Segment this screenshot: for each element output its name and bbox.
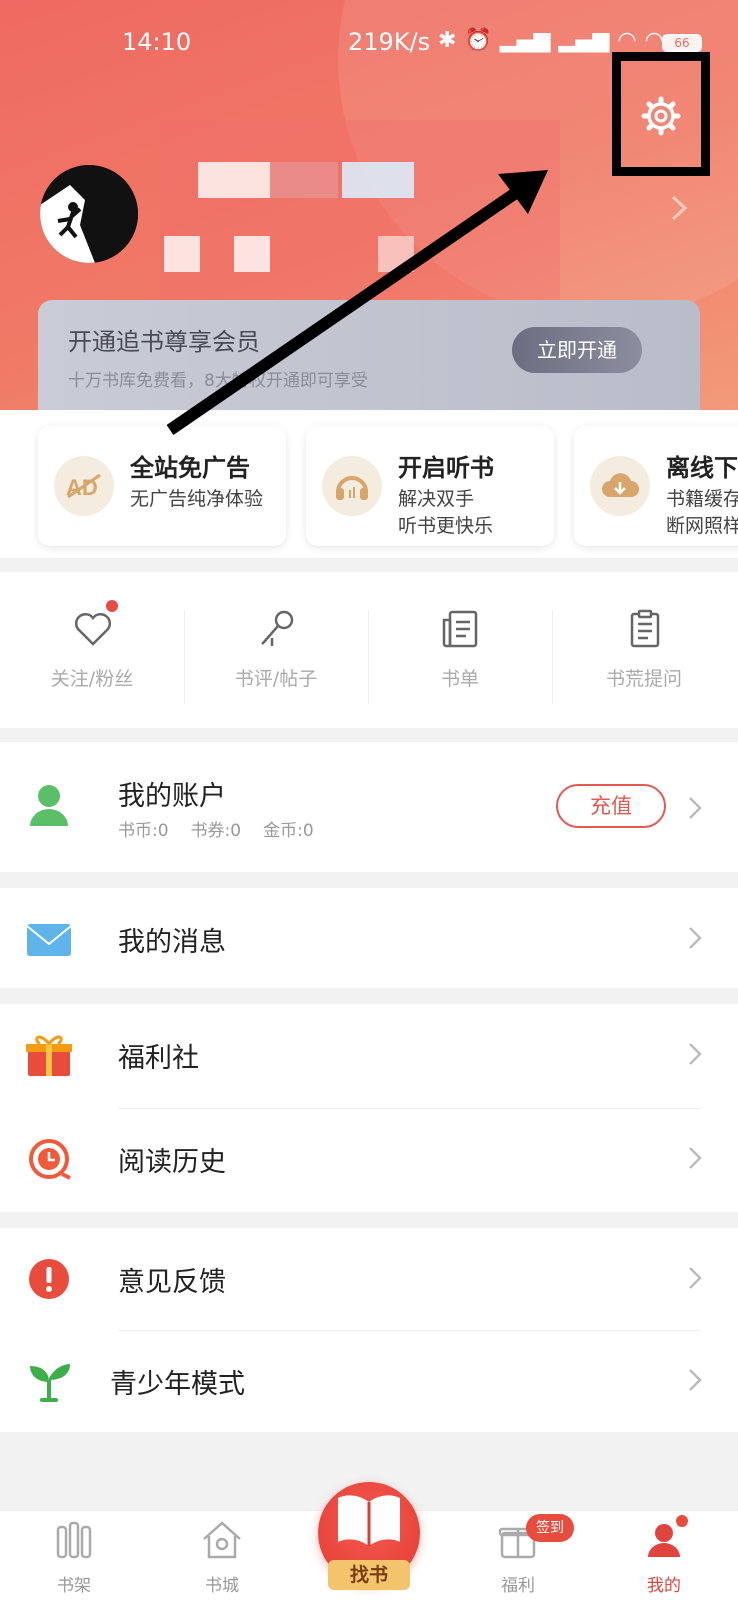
annotation-arrow bbox=[166, 170, 548, 435]
